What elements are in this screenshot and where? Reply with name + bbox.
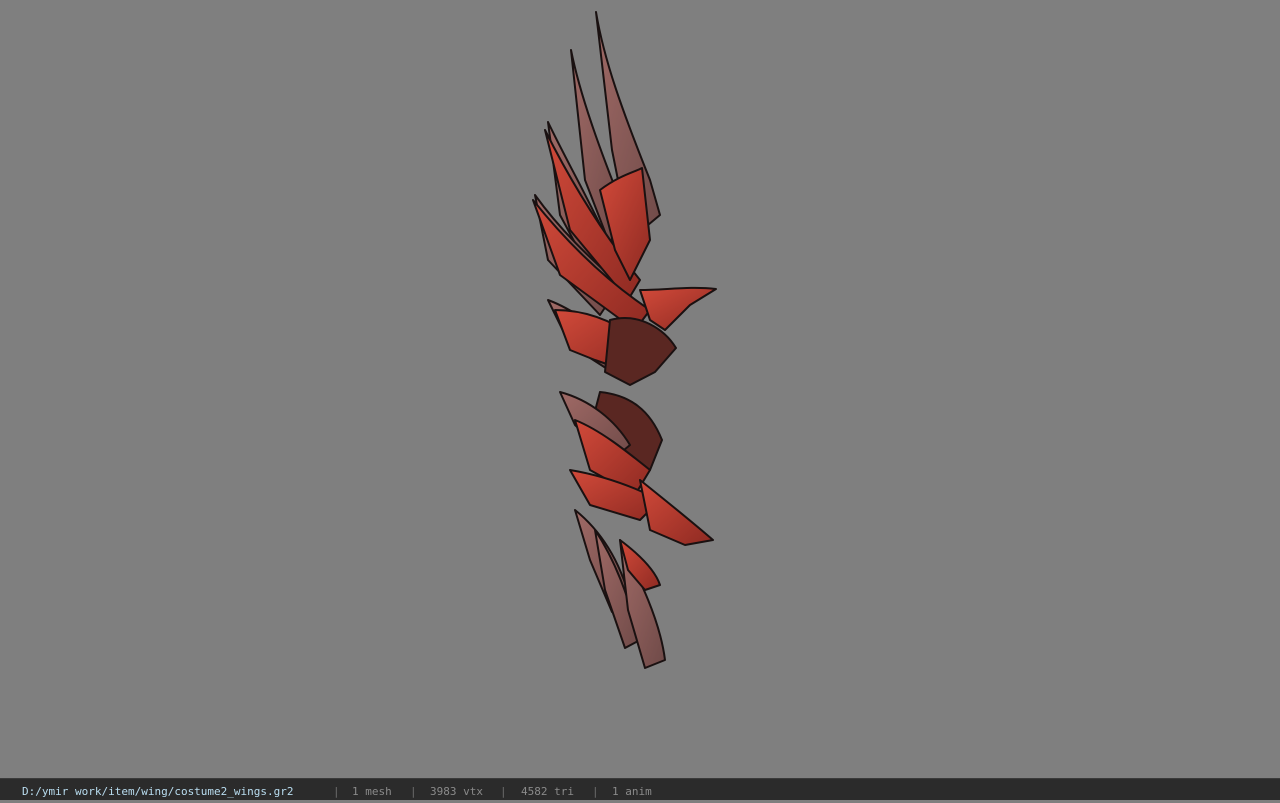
lower-red-3 [639, 479, 714, 546]
status-bar: D:/ymir work/item/wing/costume2_wings.gr… [0, 778, 1280, 800]
3d-viewport[interactable] [0, 0, 1280, 778]
wings-model[interactable] [0, 0, 1280, 778]
upper-red-4 [639, 286, 717, 331]
upper-wing [532, 11, 717, 386]
lower-wing [559, 391, 714, 669]
